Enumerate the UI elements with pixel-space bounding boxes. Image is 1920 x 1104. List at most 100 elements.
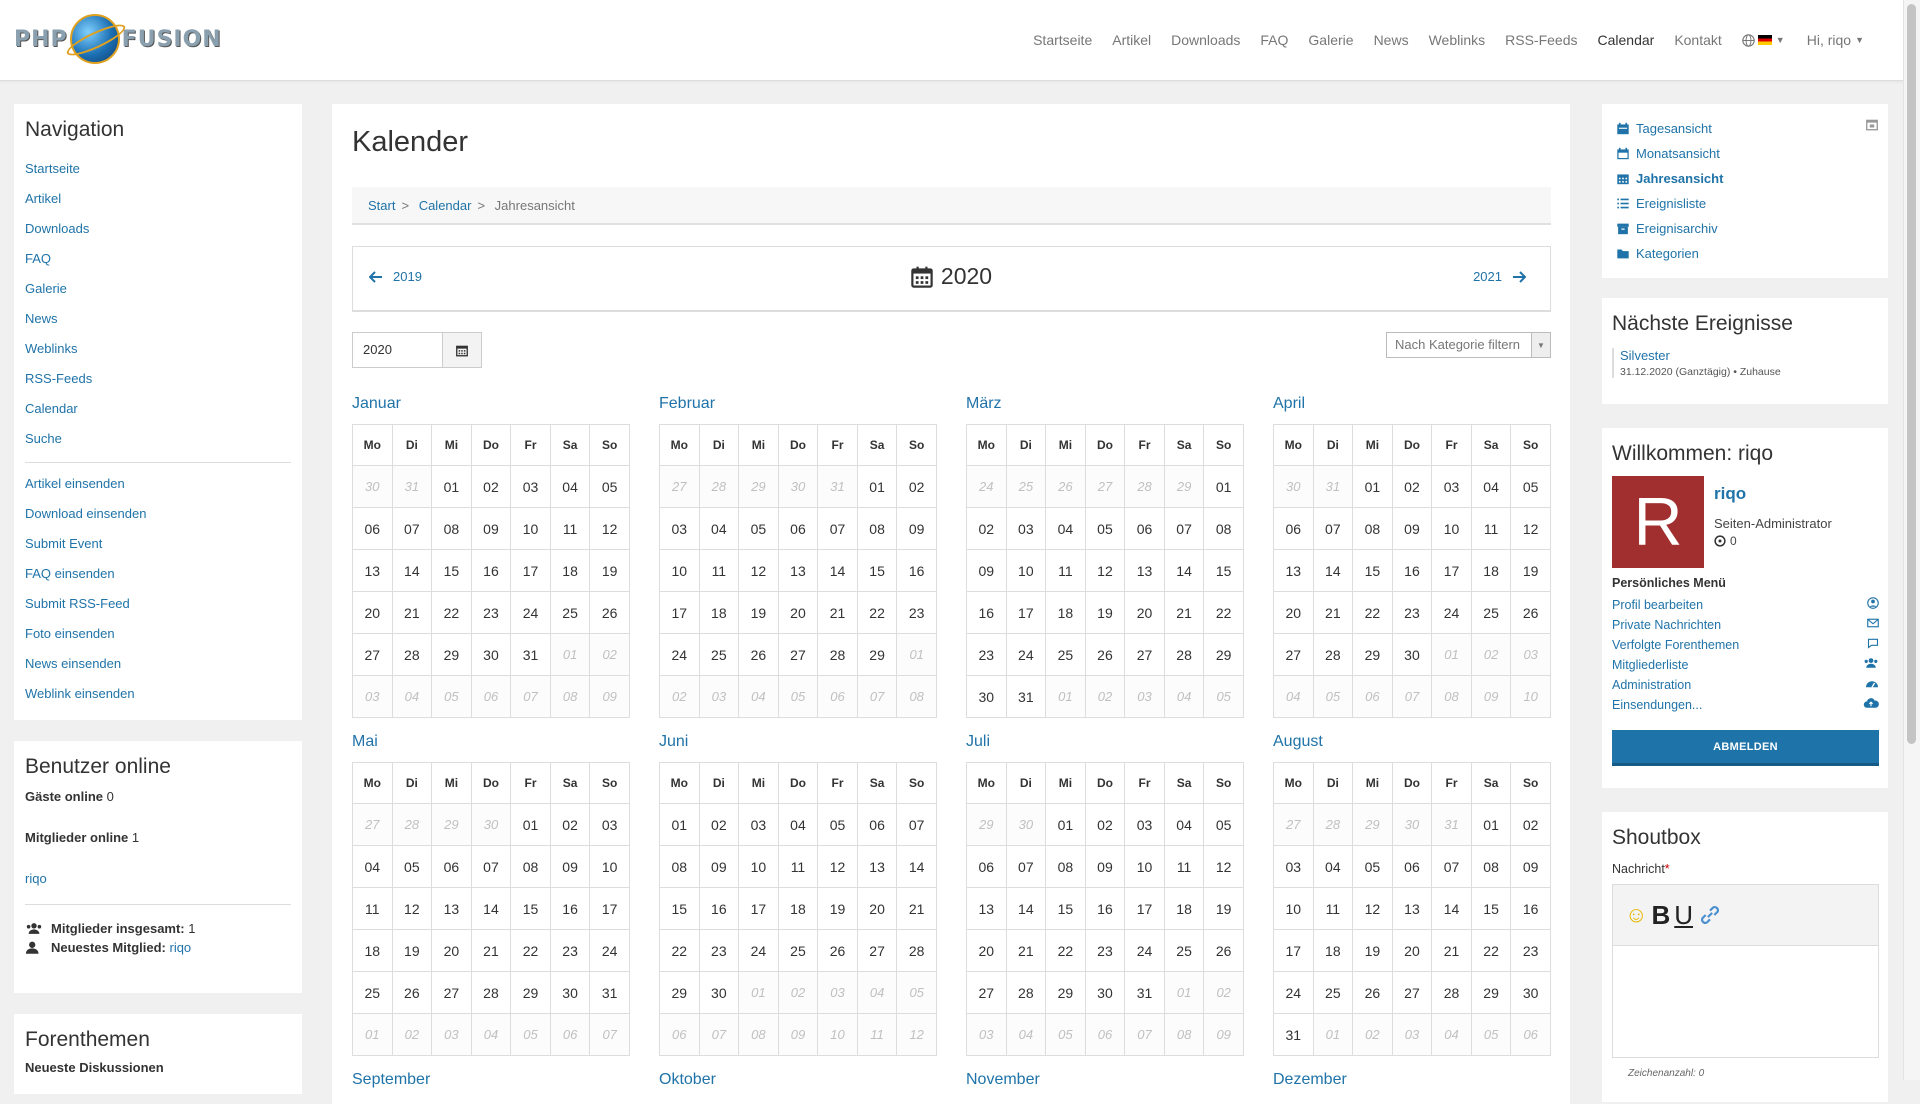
day-cell[interactable]: 24 [1273,971,1314,1014]
day-cell[interactable]: 26 [1510,591,1551,634]
day-cell[interactable]: 25 [352,971,393,1014]
day-cell[interactable]: 27 [966,971,1007,1014]
day-cell[interactable]: 20 [1124,591,1165,634]
day-cell[interactable]: 18 [1312,929,1354,972]
day-cell[interactable]: 29 [1203,633,1244,676]
day-cell[interactable]: 23 [1391,591,1433,634]
day-cell[interactable]: 05 [1352,845,1393,888]
nav-item-weblinks[interactable]: Weblinks [25,334,291,364]
day-cell[interactable]: 03 [1431,465,1472,508]
month-title[interactable]: Juli [966,728,1244,756]
day-cell[interactable]: 17 [1273,929,1314,972]
day-cell[interactable]: 07 [1312,507,1354,550]
day-cell[interactable]: 12 [391,887,433,930]
day-cell[interactable]: 26 [738,633,779,676]
day-cell[interactable]: 27 [1124,633,1165,676]
day-cell[interactable]: 08 [856,507,898,550]
day-cell[interactable]: 02 [896,465,937,508]
submit-item-artikel-einsenden[interactable]: Artikel einsenden [25,469,291,499]
day-cell[interactable]: 01 [1352,465,1393,508]
day-cell[interactable]: 14 [817,549,858,592]
day-cell[interactable]: 16 [1510,887,1551,930]
day-cell[interactable]: 03 [659,507,700,550]
day-cell[interactable]: 18 [1163,887,1205,930]
day-cell[interactable]: 19 [589,549,630,592]
day-cell[interactable]: 06 [431,845,472,888]
day-cell[interactable]: 08 [510,845,551,888]
day-cell[interactable]: 20 [1273,591,1314,634]
day-cell[interactable]: 08 [1045,845,1086,888]
day-cell[interactable]: 17 [1431,549,1472,592]
day-cell[interactable]: 21 [470,929,512,972]
day-cell[interactable]: 05 [391,845,433,888]
day-cell[interactable]: 02 [549,803,591,846]
personal-menu-item-profil-bearbeiten[interactable]: Profil bearbeiten [1612,595,1879,615]
day-cell[interactable]: 13 [352,549,393,592]
day-cell[interactable]: 09 [1391,507,1433,550]
day-cell[interactable]: 11 [1163,845,1205,888]
submit-item-submit-event[interactable]: Submit Event [25,529,291,559]
day-cell[interactable]: 19 [1352,929,1393,972]
day-cell[interactable]: 18 [698,591,740,634]
nav-item-downloads[interactable]: Downloads [25,214,291,244]
day-cell[interactable]: 12 [817,845,858,888]
day-cell[interactable]: 23 [698,929,740,972]
view-ereignisliste[interactable]: Ereignisliste [1616,191,1888,216]
month-title[interactable]: April [1273,390,1551,418]
day-cell[interactable]: 15 [431,549,472,592]
submit-item-news-einsenden[interactable]: News einsenden [25,649,291,679]
day-cell[interactable]: 12 [1510,507,1551,550]
day-cell[interactable]: 24 [1431,591,1472,634]
day-cell[interactable]: 06 [1391,845,1433,888]
day-cell[interactable]: 02 [470,465,512,508]
view-jahresansicht[interactable]: Jahresansicht [1616,166,1888,191]
day-cell[interactable]: 17 [589,887,630,930]
day-cell[interactable]: 26 [391,971,433,1014]
day-cell[interactable]: 28 [470,971,512,1014]
day-cell[interactable]: 10 [510,507,551,550]
day-cell[interactable]: 07 [896,803,937,846]
day-cell[interactable]: 05 [1084,507,1126,550]
day-cell[interactable]: 29 [431,633,472,676]
day-cell[interactable]: 26 [1203,929,1244,972]
nav-rss-feeds[interactable]: RSS-Feeds [1505,32,1577,48]
day-cell[interactable]: 30 [698,971,740,1014]
day-cell[interactable]: 01 [431,465,472,508]
day-cell[interactable]: 14 [1163,549,1205,592]
day-cell[interactable]: 03 [589,803,630,846]
personal-menu-item-einsendungen[interactable]: Einsendungen... [1612,695,1879,715]
day-cell[interactable]: 17 [1005,591,1047,634]
day-cell[interactable]: 01 [659,803,700,846]
month-title[interactable]: Mai [352,728,630,756]
day-cell[interactable]: 08 [1352,507,1393,550]
day-cell[interactable]: 18 [549,549,591,592]
day-cell[interactable]: 10 [1124,845,1165,888]
event-title-link[interactable]: Silvester [1620,348,1878,363]
day-cell[interactable]: 07 [817,507,858,550]
day-cell[interactable]: 08 [1470,845,1512,888]
day-cell[interactable]: 06 [352,507,393,550]
day-cell[interactable]: 27 [352,633,393,676]
day-cell[interactable]: 29 [1352,633,1393,676]
day-cell[interactable]: 04 [1312,845,1354,888]
day-cell[interactable]: 02 [966,507,1007,550]
day-cell[interactable]: 26 [1084,633,1126,676]
nav-item-calendar[interactable]: Calendar [25,394,291,424]
day-cell[interactable]: 10 [738,845,779,888]
day-cell[interactable]: 22 [1352,591,1393,634]
day-cell[interactable]: 06 [777,507,819,550]
day-cell[interactable]: 24 [1124,929,1165,972]
personal-menu-item-private-nachrichten[interactable]: Private Nachrichten [1612,615,1879,635]
day-cell[interactable]: 29 [510,971,551,1014]
view-monatsansicht[interactable]: Monatsansicht [1616,141,1888,166]
day-cell[interactable]: 24 [659,633,700,676]
day-cell[interactable]: 28 [391,633,433,676]
day-cell[interactable]: 10 [589,845,630,888]
logout-button[interactable]: ABMELDEN [1612,730,1879,766]
day-cell[interactable]: 01 [1045,803,1086,846]
month-title[interactable]: September [352,1066,630,1094]
year-picker[interactable]: 2020 [352,332,482,368]
day-cell[interactable]: 04 [549,465,591,508]
month-title[interactable]: Juni [659,728,937,756]
day-cell[interactable]: 13 [1391,887,1433,930]
